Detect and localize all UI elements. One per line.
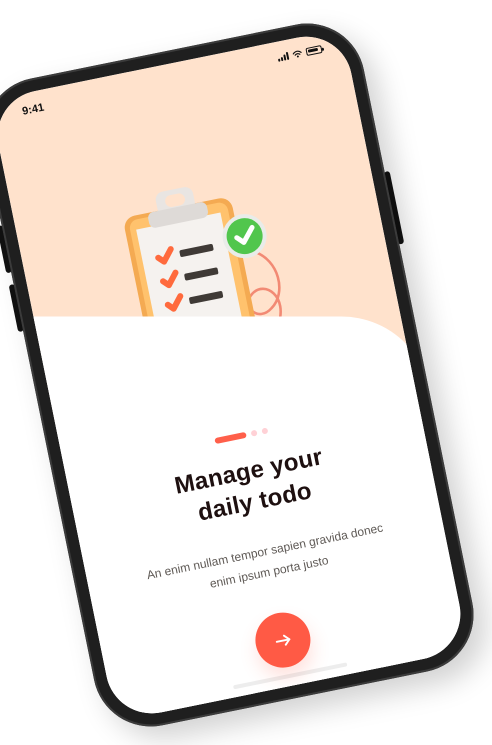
wifi-icon [292, 50, 302, 58]
page-indicator-dot [261, 427, 269, 435]
signal-icon [277, 51, 290, 62]
arrow-right-icon [275, 634, 290, 646]
phone-device: 9:41 Manage your daily todo An enim null… [0, 13, 484, 737]
battery-icon [305, 45, 323, 57]
battery-level [307, 47, 319, 53]
page-indicator-dot [250, 429, 258, 437]
status-time: 9:41 [21, 101, 46, 118]
phone-frame: 9:41 Manage your daily todo An enim null… [0, 13, 484, 737]
status-icons [277, 45, 323, 62]
phone-screen: 9:41 Manage your daily todo An enim null… [0, 28, 469, 722]
stage: 9:41 Manage your daily todo An enim null… [0, 0, 492, 745]
